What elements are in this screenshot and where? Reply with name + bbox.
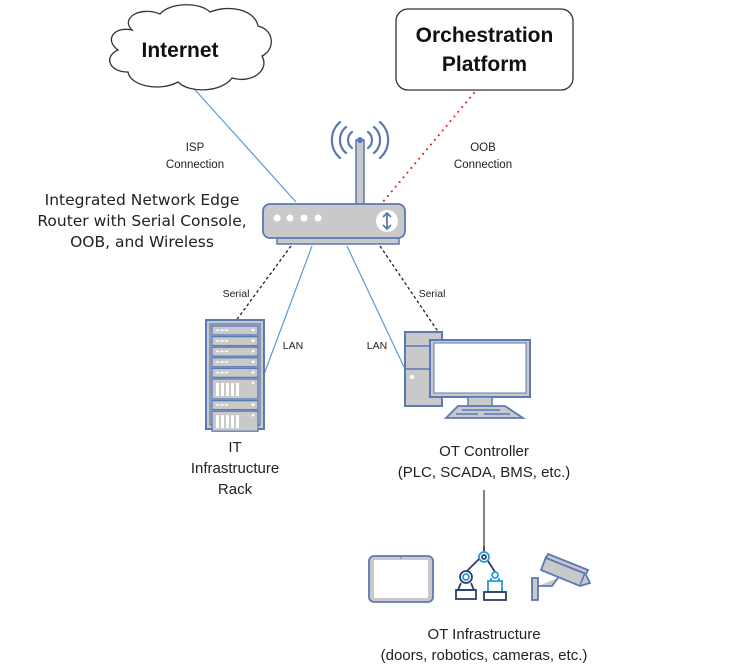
server-rack-icon[interactable] [205,319,265,432]
orchestration-label-line2: Platform [441,53,528,76]
it-rack-label-line3: Rack [217,481,253,498]
it-rack-label-line1: IT [228,439,242,456]
router-label-line3: OOB, and Wireless [70,233,214,251]
orchestration-label-line1: Orchestration [415,24,554,47]
serial-it-label: Serial [222,288,250,300]
ot-controller-label-line2: (PLC, SCADA, BMS, etc.) [397,464,571,481]
ot-controller-label-line1: OT Controller [439,443,529,460]
robot-arm-icon[interactable] [455,546,507,601]
serial-it-line [234,245,292,323]
security-camera-icon[interactable] [531,552,592,601]
internet-label: Internet [141,39,219,62]
lan-ot-label: LAN [366,340,388,352]
rack-unit [211,357,259,368]
orchestration-platform-label: Orchestration Platform [396,21,573,79]
oob-label-line2: Connection [453,159,513,171]
oob-connection-label: OOB Connection [438,140,528,174]
rack-unit [211,335,259,347]
rack-unit [211,378,259,400]
lan-it-label: LAN [282,340,304,352]
isp-label-line1: ISP [185,142,205,154]
isp-connection-label: ISP Connection [150,140,240,174]
rack-unit [211,399,259,411]
router-icon[interactable] [262,120,406,245]
desktop-computer-icon[interactable] [404,331,531,419]
rack-unit [211,410,259,432]
it-rack-label: IT Infrastructure Rack [185,437,285,500]
rack-unit [211,367,259,379]
ot-infra-label-line1: OT Infrastructure [427,626,541,643]
ot-controller-label: OT Controller (PLC, SCADA, BMS, etc.) [384,441,584,483]
ot-infrastructure-label: OT Infrastructure (doors, robotics, came… [354,624,614,666]
network-diagram [109,4,592,603]
router-label-line1: Integrated Network Edge [44,191,240,209]
tablet-icon[interactable] [368,555,434,603]
ot-infra-label-line2: (doors, robotics, cameras, etc.) [380,647,588,664]
rack-unit [211,346,259,357]
router-label-line2: Router with Serial Console, [37,212,247,230]
oob-label-line1: OOB [470,142,496,154]
router-label: Integrated Network Edge Router with Seri… [22,190,262,253]
serial-ot-label: Serial [418,288,446,300]
isp-label-line2: Connection [165,159,225,171]
lan-it-line [262,245,313,378]
rack-unit [211,325,259,336]
it-rack-label-line2: Infrastructure [190,460,280,477]
